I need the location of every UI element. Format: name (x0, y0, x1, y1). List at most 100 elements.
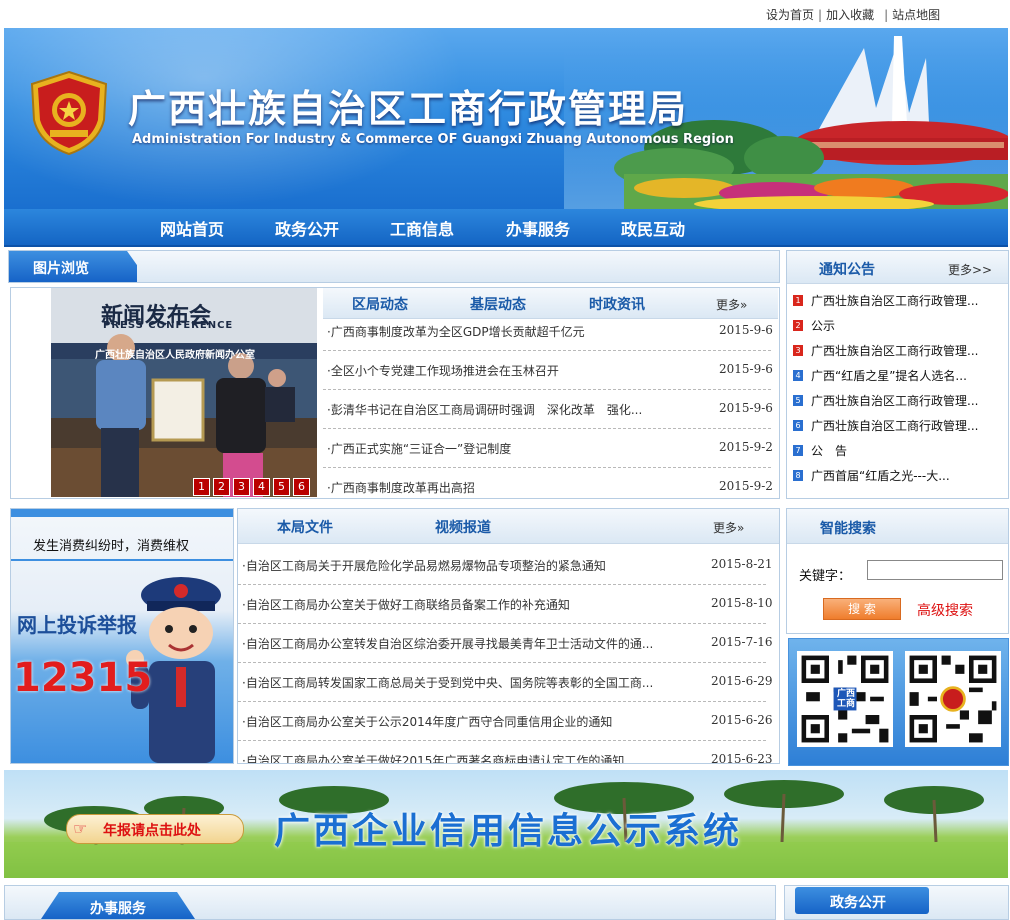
add-favorite-link[interactable]: 加入收藏 (826, 8, 874, 22)
advanced-search-link[interactable]: 高级搜索 (917, 600, 973, 620)
notice-number: 4 (793, 370, 803, 381)
documents-tabbar: 本局文件 视频报道 更多» (238, 509, 779, 544)
credit-system-banner[interactable]: ☞ 年报请点击此处 广西企业信用信息公示系统 (4, 770, 1008, 878)
document-title[interactable]: ·自治区工商局转发国家工商总局关于受到党中央、国务院等表彰的全国工商... (242, 674, 697, 691)
news-title[interactable]: ·全区小个专党建工作现场推进会在玉林召开 (327, 362, 707, 379)
documents-more-link[interactable]: 更多» (713, 519, 744, 536)
photo-page-5[interactable]: 5 (273, 478, 290, 496)
document-date: 2015-8-10 (711, 596, 773, 610)
nav-services[interactable]: 办事服务 (506, 216, 570, 240)
notice-text[interactable]: 广西壮族自治区工商行政管理... (811, 342, 978, 359)
photo-news-panel: 新闻发布会 PRESS CONFERENCE 广西壮族自治区人民政府新闻办公室 … (10, 287, 780, 499)
photo-page-3[interactable]: 3 (233, 478, 250, 496)
news-row: ·广西商事制度改革为全区GDP增长贡献超千亿元 2015-9-6 (323, 311, 773, 351)
pointer-icon: ☞ (73, 819, 88, 838)
photo-browse-title: 图片浏览 (33, 261, 89, 277)
notice-text[interactable]: 广西首届“红盾之光---大... (811, 467, 950, 484)
news-date: 2015-9-6 (719, 323, 773, 337)
annual-report-button[interactable]: ☞ 年报请点击此处 (66, 814, 244, 844)
press-sign-en: PRESS CONFERENCE (103, 320, 234, 331)
divider: | (818, 8, 823, 22)
divider: | (884, 8, 889, 22)
news-date: 2015-9-6 (719, 362, 773, 376)
complaint-caption: 发生消费纠纷时，消费维权 (33, 539, 190, 554)
document-title[interactable]: ·自治区工商局办公室转发自治区综治委开展寻找最美青年卫士活动文件的通... (242, 635, 697, 652)
news-date: 2015-9-2 (719, 440, 773, 454)
set-homepage-link[interactable]: 设为首页 (766, 8, 814, 22)
keyword-input[interactable] (867, 560, 1003, 580)
photo-page-4[interactable]: 4 (253, 478, 270, 496)
notice-number: 8 (793, 470, 803, 481)
photo-browse-badge: 图片浏览 (9, 251, 137, 282)
header-banner: 广西壮族自治区工商行政管理局 Administration For Indust… (4, 28, 1008, 210)
notice-number: 1 (793, 295, 803, 306)
notice-text[interactable]: 广西壮族自治区工商行政管理... (811, 292, 978, 309)
document-date: 2015-6-29 (711, 674, 773, 688)
services-title: 办事服务 (90, 901, 146, 917)
notices-more-link[interactable]: 更多>> (948, 261, 992, 278)
search-button[interactable]: 搜 索 (823, 598, 901, 620)
notice-text[interactable]: 广西壮族自治区工商行政管理... (811, 392, 978, 409)
complaint-label: 网上投诉举报 (17, 613, 137, 637)
nav-home[interactable]: 网站首页 (160, 216, 224, 240)
nav-business-info[interactable]: 工商信息 (390, 216, 454, 240)
qr-logo-text: 广西工商 (836, 689, 855, 709)
notice-text[interactable]: 公 告 (811, 442, 847, 459)
notice-text[interactable]: 公示 (811, 317, 835, 334)
document-title[interactable]: ·自治区工商局办公室关于公示2014年度广西守合同重信用企业的通知 (242, 713, 697, 730)
document-date: 2015-7-16 (711, 635, 773, 649)
photo-page-6[interactable]: 6 (293, 478, 310, 496)
news-title[interactable]: ·广西商事制度改革为全区GDP增长贡献超千亿元 (327, 323, 707, 340)
news-row: ·广西商事制度改革再出高招 2015-9-2 (323, 467, 773, 506)
news-date: 2015-9-6 (719, 401, 773, 415)
tab-bureau-documents[interactable]: 本局文件 (277, 517, 333, 537)
qr-panel: 广西工商 (788, 638, 1009, 766)
document-date: 2015-8-21 (711, 557, 773, 571)
document-title[interactable]: ·自治区工商局关于开展危险化学品易燃易爆物品专项整治的紧急通知 (242, 557, 697, 574)
photo-page-1[interactable]: 1 (193, 478, 210, 496)
affairs-badge: 政务公开 (795, 887, 929, 914)
notices-header: 通知公告 更多>> (787, 251, 1008, 284)
photo-browse-header: 图片浏览 (8, 250, 780, 283)
news-row: ·广西正式实施“三证合一”登记制度 2015-9-2 (323, 428, 773, 468)
document-date: 2015-6-23 (711, 752, 773, 764)
news-row: ·全区小个专党建工作现场推进会在玉林召开 2015-9-6 (323, 350, 773, 390)
news-title[interactable]: ·广西商事制度改革再出高招 (327, 479, 707, 496)
credit-system-title: 广西企业信用信息公示系统 (274, 810, 743, 852)
news-title[interactable]: ·广西正式实施“三证合一”登记制度 (327, 440, 707, 457)
nav-government-affairs[interactable]: 政务公开 (275, 216, 339, 240)
document-title[interactable]: ·自治区工商局办公室关于做好工商联络员备案工作的补充通知 (242, 596, 697, 613)
document-row: ·自治区工商局办公室关于公示2014年度广西守合同重信用企业的通知 2015-6… (238, 701, 773, 741)
document-title[interactable]: ·自治区工商局办公室关于做好2015年广西著名商标申请认定工作的通知 (242, 752, 697, 763)
complaint-banner[interactable]: 发生消费纠纷时，消费维权 网上投诉举报 12315 (10, 508, 234, 764)
news-title[interactable]: ·彭清华书记在自治区工商局调研时强调 深化改革 强化... (327, 401, 707, 418)
affairs-title: 政务公开 (830, 895, 886, 911)
site-subtitle: Administration For Industry & Commerce O… (132, 132, 734, 147)
notices-title: 通知公告 (819, 262, 875, 278)
annual-report-label: 年报请点击此处 (103, 823, 201, 839)
document-row: ·自治区工商局办公室关于做好工商联络员备案工作的补充通知 2015-8-10 (238, 584, 773, 624)
nav-interaction[interactable]: 政民互动 (621, 216, 685, 240)
emblem-icon (30, 70, 108, 156)
document-row: ·自治区工商局办公室转发自治区综治委开展寻找最美青年卫士活动文件的通... 20… (238, 623, 773, 663)
site-title: 广西壮族自治区工商行政管理局 (128, 86, 689, 131)
notice-text[interactable]: 广西“红盾之星”提名人选名... (811, 367, 967, 384)
notice-number: 6 (793, 420, 803, 431)
qr-code-right-image[interactable] (905, 651, 1001, 747)
search-header: 智能搜索 (787, 509, 1008, 544)
news-row: ·彭清华书记在自治区工商局调研时强调 深化改革 强化... 2015-9-6 (323, 389, 773, 429)
services-section-header: 办事服务 (4, 885, 776, 920)
keyword-label: 关键字： (799, 569, 852, 584)
documents-panel: 本局文件 视频报道 更多» ·自治区工商局关于开展危险化学品易燃易爆物品专项整治… (237, 508, 780, 764)
tab-video-reports[interactable]: 视频报道 (435, 517, 491, 537)
hotline-number: 12315 (13, 655, 153, 701)
notice-number: 7 (793, 445, 803, 456)
document-row: ·自治区工商局转发国家工商总局关于受到党中央、国务院等表彰的全国工商... 20… (238, 662, 773, 702)
document-row: ·自治区工商局关于开展危险化学品易燃易爆物品专项整治的紧急通知 2015-8-2… (238, 545, 773, 585)
notice-number: 2 (793, 320, 803, 331)
notice-number: 3 (793, 345, 803, 356)
affairs-section-header: 政务公开 (784, 885, 1009, 920)
photo-page-2[interactable]: 2 (213, 478, 230, 496)
notice-text[interactable]: 广西壮族自治区工商行政管理... (811, 417, 978, 434)
site-map-link[interactable]: 站点地图 (892, 8, 940, 22)
